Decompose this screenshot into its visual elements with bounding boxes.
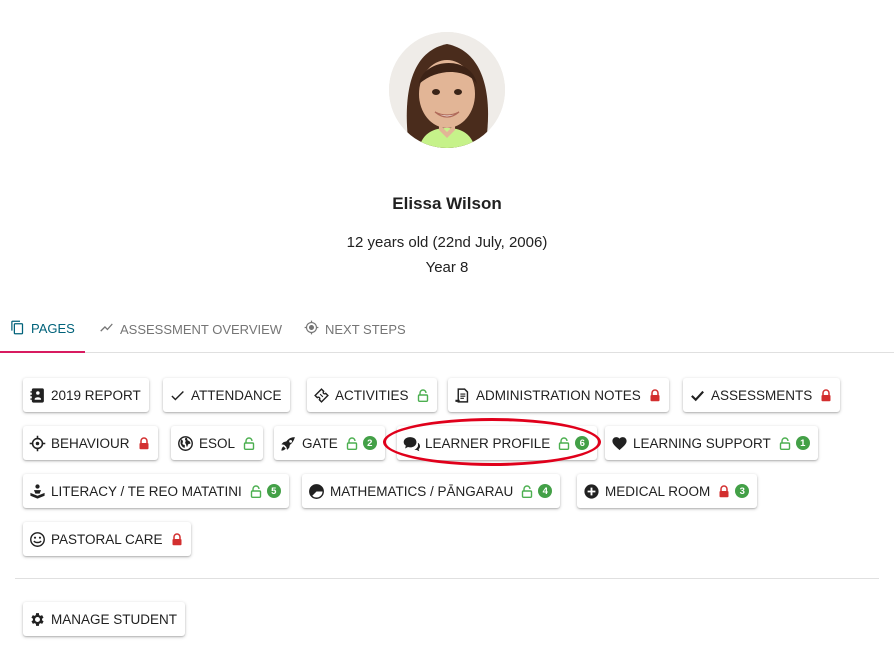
page-label: Activities [335, 387, 409, 403]
tab-assessment-overview[interactable]: Assessment Overview [89, 306, 292, 352]
ticket-icon [313, 387, 330, 404]
gear-icon [29, 611, 46, 628]
crosshair-target-icon [304, 320, 319, 338]
check-icon [169, 387, 186, 404]
page-mathematics[interactable]: Mathematics / Pāngarau 4 [302, 474, 561, 508]
count-badge: 5 [266, 484, 281, 498]
page-learner-profile[interactable]: Learner Profile 6 [397, 426, 598, 460]
unlocked-padlock-icon [250, 484, 262, 498]
page-assessments[interactable]: Assessments [683, 378, 841, 412]
page-label: Medical Room [605, 483, 711, 499]
page-activities[interactable]: Activities [307, 378, 437, 412]
page-label: Literacy / Te Reo Matatini [51, 483, 242, 499]
copy-pages-icon [10, 320, 25, 338]
heart-icon [611, 435, 628, 452]
unlocked-padlock-icon [243, 436, 255, 450]
page-2019-report[interactable]: 2019 Report [23, 378, 149, 412]
count-badge: 3 [735, 484, 750, 498]
smiley-icon [29, 531, 46, 548]
locked-padlock-icon [171, 532, 183, 546]
page-behaviour[interactable]: Behaviour [23, 426, 158, 460]
unlocked-padlock-icon [779, 436, 791, 450]
locked-padlock-icon [649, 388, 661, 402]
count-badge: 4 [538, 484, 553, 498]
unlocked-padlock-icon [558, 436, 570, 450]
count-badge: 2 [362, 436, 377, 450]
page-label: GATE [302, 435, 338, 451]
tab-pages[interactable]: Pages [0, 306, 85, 353]
contact-book-icon [29, 387, 46, 404]
reader-icon [29, 483, 46, 500]
manage-student-button[interactable]: Manage Student [23, 602, 186, 636]
page-label: Attendance [191, 387, 282, 403]
crosshair-icon [29, 435, 46, 452]
locked-padlock-icon [718, 484, 730, 498]
count-badge: 1 [795, 436, 810, 450]
profile-tabs: Pages Assessment Overview Next Steps [0, 306, 894, 353]
unlocked-padlock-icon [417, 388, 429, 402]
page-label: ESOL [199, 435, 236, 451]
page-label: Pastoral Care [51, 531, 163, 547]
page-administration-notes[interactable]: Administration Notes [448, 378, 669, 412]
document-edit-icon [454, 387, 471, 404]
unlocked-padlock-icon [346, 436, 358, 450]
page-label: Mathematics / Pāngarau [330, 483, 514, 499]
page-label: Administration Notes [476, 387, 641, 403]
page-esol[interactable]: ESOL [171, 426, 264, 460]
rocket-icon [280, 435, 297, 452]
manage-label: Manage Student [51, 611, 178, 627]
trending-line-icon [99, 320, 114, 338]
page-label: 2019 Report [51, 387, 141, 403]
page-label: Assessments [711, 387, 813, 403]
tab-label: Assessment Overview [120, 321, 283, 337]
unlocked-padlock-icon [521, 484, 533, 498]
student-year-level: Year 8 [425, 259, 469, 276]
tab-label: Pages [31, 321, 75, 336]
section-divider [15, 578, 879, 579]
student-avatar [389, 32, 505, 148]
page-pastoral-care[interactable]: Pastoral Care [23, 522, 191, 556]
locked-padlock-icon [138, 436, 150, 450]
page-literacy[interactable]: Literacy / Te Reo Matatini 5 [23, 474, 289, 508]
tab-label: Next Steps [325, 321, 406, 337]
globe-icon [177, 435, 194, 452]
student-name: Elissa Wilson [392, 194, 502, 213]
plus-circle-icon [583, 483, 600, 500]
page-attendance[interactable]: Attendance [163, 378, 290, 412]
page-label: Learner Profile [425, 435, 551, 451]
page-label: Learning Support [633, 435, 771, 451]
chat-bubbles-icon [403, 435, 420, 452]
page-learning-support[interactable]: Learning Support 1 [605, 426, 818, 460]
tab-next-steps[interactable]: Next Steps [294, 306, 416, 352]
page-label: Behaviour [51, 435, 130, 451]
page-gate[interactable]: GATE 2 [274, 426, 385, 460]
student-age: 12 years old (22nd July, 2006) [346, 234, 548, 251]
page-medical-room[interactable]: Medical Room 3 [577, 474, 758, 508]
pie-chart-icon [308, 483, 325, 500]
count-badge: 6 [575, 436, 590, 450]
check-bold-icon [689, 387, 706, 404]
locked-padlock-icon [820, 388, 832, 402]
